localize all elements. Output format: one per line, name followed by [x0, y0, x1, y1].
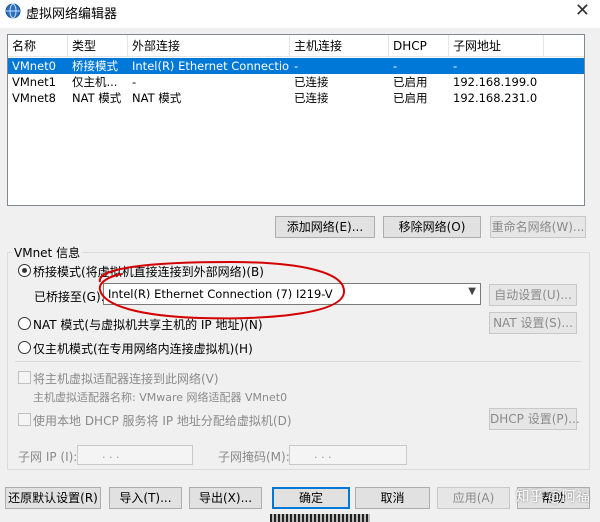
list-header: 名称 类型 外部连接 主机连接 DHCP 子网地址	[8, 35, 584, 57]
nat-mode-radio[interactable]	[18, 317, 31, 330]
dhcp-settings-button[interactable]: DHCP 设置(P)...	[489, 408, 580, 430]
table-row[interactable]: VMnet8 NAT 模式 NAT 模式 已连接 已启用 192.168.231…	[8, 90, 584, 106]
mask-separators: . . .	[314, 448, 332, 461]
subnet-ip-label: 子网 IP (I):	[18, 450, 78, 464]
ip-separators: . . .	[102, 448, 120, 461]
window-title: 虚拟网络编辑器	[26, 7, 118, 22]
host-only-radio[interactable]	[18, 341, 31, 354]
column-header-dhcp[interactable]: DHCP	[389, 35, 449, 57]
apply-button[interactable]: 应用(A)	[437, 487, 510, 509]
import-button[interactable]: 导入(T)...	[109, 487, 182, 509]
column-header-type[interactable]: 类型	[68, 35, 128, 57]
cell-subnet: 192.168.199.0	[453, 75, 538, 89]
cell-name: VMnet1	[12, 75, 56, 89]
bridged-to-label: 已桥接至(G):	[34, 290, 105, 304]
cell-external: NAT 模式	[132, 91, 182, 105]
adapter-name-label: 主机虚拟适配器名称: VMware 网络适配器 VMnet0	[33, 391, 288, 404]
column-header-name[interactable]: 名称	[8, 35, 68, 57]
nat-settings-button[interactable]: NAT 设置(S)...	[489, 312, 577, 334]
bridged-mode-label[interactable]: 桥接模式(将虚拟机直接连接到外部网络)(B)	[33, 263, 264, 280]
cell-dhcp: 已启用	[393, 75, 428, 89]
column-header-subnet[interactable]: 子网地址	[449, 35, 544, 57]
network-list[interactable]: 名称 类型 外部连接 主机连接 DHCP 子网地址 VMnet0 桥接模式 In…	[7, 34, 585, 206]
rename-network-button[interactable]: 重命名网络(W)...	[490, 216, 586, 238]
table-row[interactable]: VMnet0 桥接模式 Intel(R) Ethernet Connectio.…	[8, 58, 584, 74]
cell-host: 已连接	[294, 91, 329, 105]
cell-external: -	[132, 75, 137, 89]
bridged-mode-radio[interactable]	[18, 264, 31, 277]
connect-adapter-label[interactable]: 将主机虚拟适配器连接到此网络(V)	[33, 370, 219, 387]
subnet-ip-field[interactable]: . . .	[77, 445, 193, 465]
dhcp-checkbox[interactable]	[18, 413, 31, 426]
export-button[interactable]: 导出(X)...	[189, 487, 262, 509]
chevron-down-icon: ▼	[468, 286, 476, 297]
column-header-external[interactable]: 外部连接	[128, 35, 290, 57]
cell-host: -	[294, 59, 299, 73]
cell-type: NAT 模式	[72, 91, 122, 105]
cell-external: Intel(R) Ethernet Connectio...	[132, 59, 290, 73]
add-network-button[interactable]: 添加网络(E)...	[275, 216, 375, 238]
vmnet-info-label: VMnet 信息	[12, 244, 83, 261]
host-only-label[interactable]: 仅主机模式(在专用网络内连接虚拟机)(H)	[33, 340, 253, 357]
cell-subnet: 192.168.231.0	[453, 91, 538, 105]
nat-mode-label[interactable]: NAT 模式(与虚拟机共享主机的 IP 地址)(N)	[33, 316, 263, 333]
divider	[15, 361, 581, 362]
dialog-body: 名称 类型 外部连接 主机连接 DHCP 子网地址 VMnet0 桥接模式 In…	[0, 28, 600, 522]
cell-subnet: -	[453, 59, 458, 73]
connect-adapter-checkbox[interactable]	[18, 371, 31, 384]
cell-dhcp: -	[393, 59, 398, 73]
remove-network-button[interactable]: 移除网络(O)	[383, 216, 481, 238]
title-bar: 虚拟网络编辑器 ✕	[0, 0, 600, 28]
subnet-mask-label: 子网掩码(M):	[218, 450, 290, 464]
subnet-mask-field[interactable]: . . .	[289, 445, 407, 465]
cell-dhcp: 已启用	[393, 91, 428, 105]
cell-name: VMnet8	[12, 91, 56, 105]
cell-host: 已连接	[294, 75, 329, 89]
bridged-to-value: Intel(R) Ethernet Connection (7) I219-V	[108, 287, 333, 301]
close-icon[interactable]: ✕	[575, 0, 590, 21]
cancel-button[interactable]: 取消	[355, 487, 430, 509]
column-header-host[interactable]: 主机连接	[290, 35, 389, 57]
cell-type: 仅主机...	[72, 75, 118, 89]
dhcp-label[interactable]: 使用本地 DHCP 服务将 IP 地址分配给虚拟机(D)	[33, 412, 292, 429]
ok-button[interactable]: 确定	[272, 487, 350, 509]
globe-icon	[5, 3, 21, 19]
table-row[interactable]: VMnet1 仅主机... - 已连接 已启用 192.168.199.0	[8, 74, 584, 90]
auto-settings-button[interactable]: 自动设置(U)...	[489, 284, 577, 306]
cell-type: 桥接模式	[72, 59, 118, 73]
watermark: 知乎 @阿福	[515, 489, 590, 505]
bridged-to-select[interactable]: Intel(R) Ethernet Connection (7) I219-V …	[103, 283, 481, 305]
taskbar-fragment	[270, 514, 370, 522]
restore-defaults-button[interactable]: 还原默认设置(R)	[5, 487, 101, 509]
cell-name: VMnet0	[12, 59, 56, 73]
